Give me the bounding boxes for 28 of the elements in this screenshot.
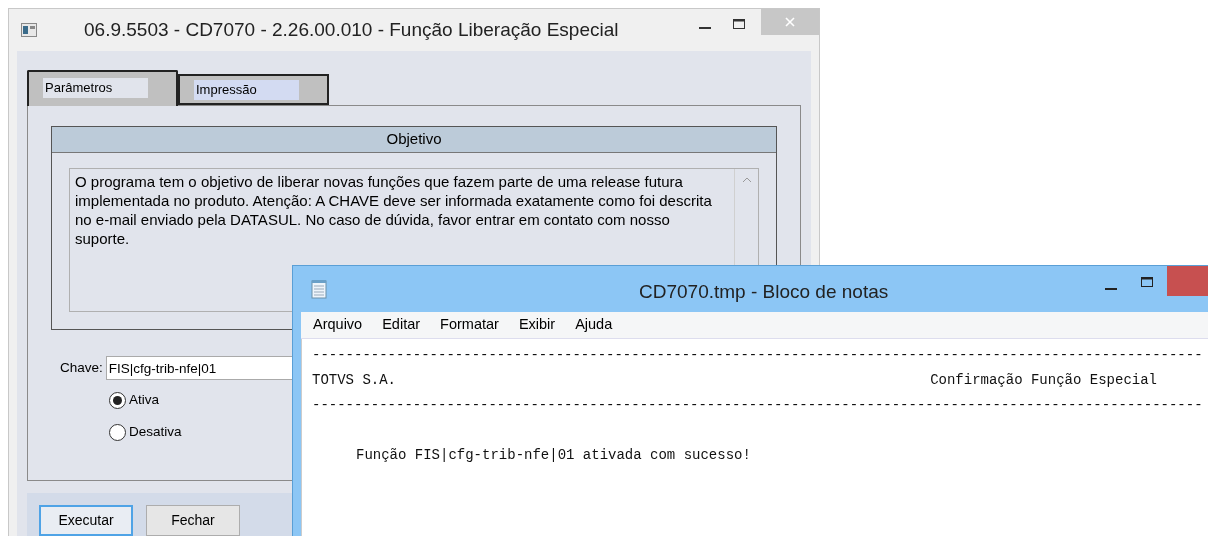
objective-text: O programa tem o objetivo de liberar novas funções que fazem parte de uma release futura implementada no produto. Atenção: A CHAVE deve ser informada exatamente como foi descrita no e-mail enviado pela DATASUL. No caso de dúvida, favor entrar em contato com nosso suporte.	[75, 172, 713, 248]
dashed-rule-text: ----------------------------------------------------------------------------------------------------------	[312, 396, 1203, 415]
maximize-icon[interactable]	[1141, 277, 1153, 287]
radio-button[interactable]	[109, 391, 126, 409]
notepad-icon	[311, 279, 327, 299]
success-message: Função FIS|cfg-trib-nfe|01 ativada com sucesso!	[355, 446, 751, 465]
close-icon	[785, 17, 795, 27]
group-title: Objetivo	[386, 129, 442, 150]
menu-item[interactable]: Exibir	[518, 314, 556, 336]
maximize-icon[interactable]	[733, 19, 745, 29]
key-label: Chave:	[60, 358, 103, 377]
radio-button[interactable]	[109, 423, 126, 441]
minimize-icon[interactable]	[699, 27, 711, 30]
tab[interactable]: Parâmetros	[27, 70, 178, 106]
menu-item[interactable]: Formatar	[440, 314, 499, 336]
window-title: 06.9.5503 - CD7070 - 2.26.00.010 - Função Liberação Especial	[84, 17, 619, 42]
tab[interactable]: Impressão	[178, 74, 329, 105]
menu-item[interactable]: Ajuda	[575, 314, 613, 336]
window-icon	[21, 23, 37, 37]
menu-item[interactable]: Arquivo	[313, 314, 363, 336]
dialog-button[interactable]: Fechar	[146, 505, 240, 536]
menu-item[interactable]: Editar	[382, 314, 421, 336]
dialog-button[interactable]: Executar	[39, 505, 133, 536]
notepad-title: CD7070.tmp - Bloco de notas	[639, 280, 889, 304]
radio-label: Desativa	[129, 423, 182, 442]
report-heading: Confirmação Função Especial	[930, 371, 1157, 390]
radio-label: Ativa	[129, 391, 159, 409]
minimize-icon[interactable]	[1105, 288, 1117, 291]
